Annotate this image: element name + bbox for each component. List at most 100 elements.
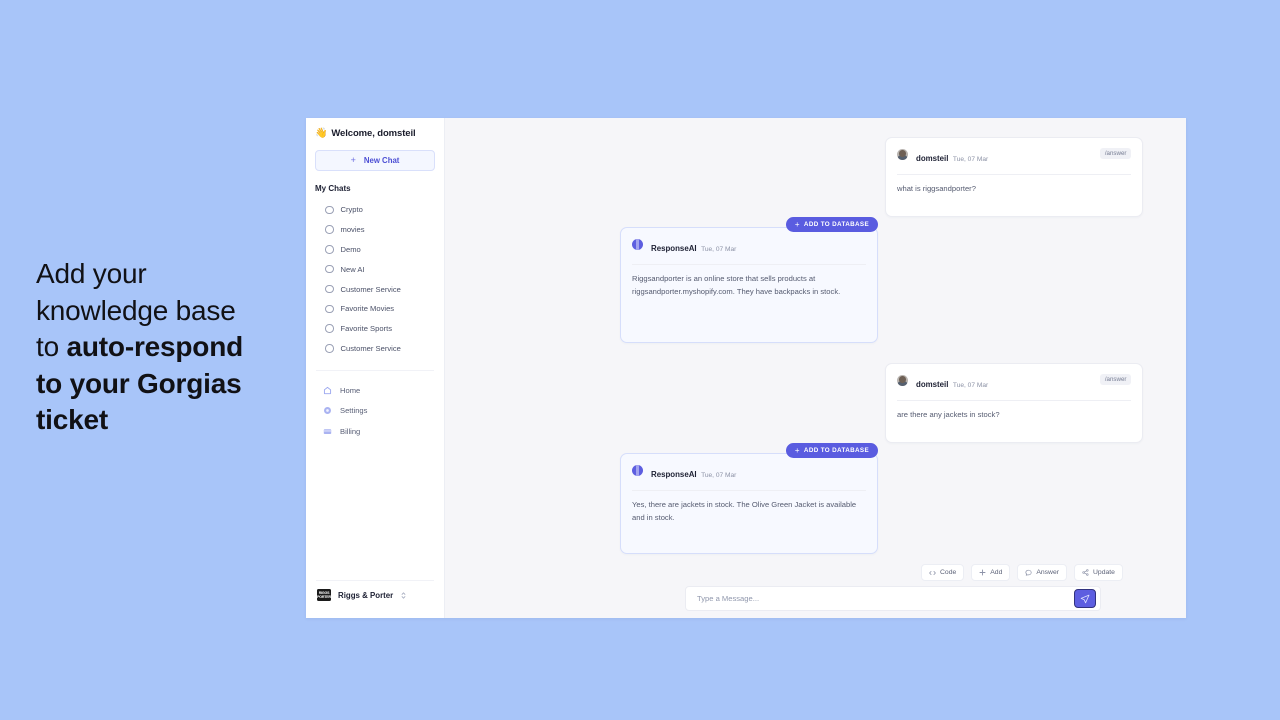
circle-icon	[325, 264, 334, 274]
org-logo-line-2: PORTER	[317, 595, 331, 599]
sidebar: 👋 Welcome, domsteil + New Chat My Chats …	[306, 118, 445, 618]
sidebar-nav-label: Settings	[340, 406, 368, 416]
circle-icon	[325, 344, 334, 353]
app-window: 👋 Welcome, domsteil + New Chat My Chats …	[306, 118, 1186, 618]
sidebar-item-crypto[interactable]: Crypto	[306, 200, 444, 220]
share-icon	[1082, 569, 1089, 576]
circle-icon	[325, 304, 334, 314]
code-icon	[929, 570, 936, 576]
headline-line-1: Add your	[36, 258, 147, 289]
sidebar-item-demo[interactable]: Demo	[306, 240, 444, 260]
new-chat-button[interactable]: + New Chat	[315, 150, 435, 171]
gear-icon	[323, 406, 332, 415]
chat-item-label: New AI	[340, 264, 365, 274]
sidebar-item-home[interactable]: Home	[306, 380, 444, 400]
message-author: ResponseAI	[651, 244, 697, 253]
message-header: domsteil Tue, 07 Mar /answer	[886, 364, 1142, 392]
headline-line-4-bold: to your Gorgias	[36, 367, 242, 399]
sidebar-divider	[316, 370, 434, 372]
circle-icon	[325, 225, 334, 234]
chat-list: Crypto movies Demo New AI Customer Servi…	[306, 200, 444, 358]
responseai-avatar-icon	[632, 239, 643, 250]
send-paper-plane-icon	[1080, 594, 1090, 603]
headline-line-3-bold: auto-respond	[66, 331, 244, 362]
headline-line-3-plain: to	[36, 331, 67, 362]
chat-main: domsteil Tue, 07 Mar /answer what is rig…	[445, 118, 1186, 618]
welcome-banner: 👋 Welcome, domsteil	[306, 118, 444, 139]
circle-icon	[325, 205, 334, 215]
circle-icon	[325, 245, 334, 254]
chat-item-label: Demo	[340, 244, 361, 254]
chat-item-label: movies	[340, 225, 365, 235]
avatar	[897, 375, 908, 386]
plus-icon: +	[350, 155, 356, 165]
chat-item-label: Favorite Sports	[340, 324, 393, 334]
message-author-block: domsteil Tue, 07 Mar	[916, 374, 988, 392]
org-switcher[interactable]: RIGGS PORTER Riggs & Porter	[306, 589, 444, 601]
message-timestamp: Tue, 07 Mar	[701, 472, 737, 479]
send-button[interactable]	[1074, 589, 1096, 608]
chat-message-user: domsteil Tue, 07 Mar /answer are there a…	[885, 363, 1143, 443]
sidebar-item-billing[interactable]: Billing	[306, 421, 444, 441]
sidebar-item-customer-service[interactable]: Customer Service	[306, 279, 444, 299]
sidebar-nav: Home Settings Billing	[306, 380, 444, 441]
status-badge: /answer	[1100, 374, 1131, 386]
plus-icon	[979, 569, 986, 576]
message-header: domsteil Tue, 07 Mar /answer	[886, 138, 1142, 166]
sidebar-item-movies[interactable]: movies	[306, 220, 444, 240]
add-button-label: Add	[990, 569, 1003, 576]
message-author-block: ResponseAI Tue, 07 Mar	[651, 238, 736, 256]
circle-icon	[325, 324, 334, 333]
sidebar-nav-label: Home	[340, 385, 361, 395]
add-button[interactable]: Add	[971, 564, 1011, 581]
message-body: Yes, there are jackets in stock. The Oli…	[632, 500, 857, 522]
message-composer	[685, 586, 1101, 611]
chat-message-bot: + ADD TO DATABASE ResponseAI Tue, 07 Mar…	[620, 217, 878, 343]
message-body: are there any jackets in stock?	[897, 410, 1000, 419]
message-author: domsteil	[916, 380, 949, 389]
sidebar-item-favorite-movies[interactable]: Favorite Movies	[306, 299, 444, 319]
chat-item-label: Favorite Movies	[340, 304, 395, 314]
chat-item-label: Customer Service	[340, 284, 401, 294]
message-timestamp: Tue, 07 Mar	[952, 382, 989, 389]
sidebar-item-customer-service-2[interactable]: Customer Service	[306, 338, 444, 358]
update-button-label: Update	[1093, 569, 1115, 576]
code-button-label: Code	[940, 569, 957, 576]
message-author: domsteil	[916, 154, 949, 163]
message-author-block: ResponseAI Tue, 07 Mar	[651, 464, 736, 482]
headline-line-2: knowledge base	[36, 294, 236, 326]
circle-icon	[325, 284, 334, 294]
sidebar-nav-label: Billing	[340, 426, 361, 436]
sidebar-item-new-ai[interactable]: New AI	[306, 259, 444, 279]
new-chat-label: New Chat	[363, 156, 400, 165]
message-author-block: domsteil Tue, 07 Mar	[916, 148, 988, 166]
sidebar-footer: RIGGS PORTER Riggs & Porter	[306, 580, 444, 601]
welcome-label: Welcome, domsteil	[331, 128, 416, 139]
update-button[interactable]: Update	[1074, 564, 1123, 581]
chat-message-user: domsteil Tue, 07 Mar /answer what is rig…	[885, 137, 1143, 217]
chat-item-label: Customer Service	[340, 343, 401, 353]
message-header: ResponseAI Tue, 07 Mar	[621, 454, 877, 482]
message-body: what is riggsandporter?	[897, 184, 976, 193]
org-name-label: Riggs & Porter	[338, 590, 394, 600]
code-button[interactable]: Code	[921, 564, 965, 581]
sidebar-footer-divider	[316, 580, 434, 581]
status-badge: /answer	[1100, 148, 1131, 160]
message-author: ResponseAI	[651, 470, 697, 479]
my-chats-heading: My Chats	[315, 184, 351, 193]
message-input[interactable]	[695, 593, 1074, 604]
answer-button[interactable]: Answer	[1017, 564, 1068, 581]
org-logo-icon: RIGGS PORTER	[317, 589, 331, 601]
message-actions-toolbar: Code Add Answer Update	[921, 564, 1123, 581]
waving-hand-icon: 👋	[315, 127, 328, 139]
headline-line-5-bold: ticket	[36, 404, 108, 435]
message-body: Riggsandporter is an online store that s…	[632, 274, 841, 296]
sidebar-item-favorite-sports[interactable]: Favorite Sports	[306, 319, 444, 339]
sidebar-item-settings[interactable]: Settings	[306, 401, 444, 421]
message-timestamp: Tue, 07 Mar	[952, 156, 989, 163]
chat-message-bot: + ADD TO DATABASE ResponseAI Tue, 07 Mar…	[620, 443, 878, 554]
message-timestamp: Tue, 07 Mar	[701, 246, 737, 253]
responseai-avatar-icon	[632, 465, 643, 476]
chat-item-label: Crypto	[340, 205, 363, 215]
avatar	[897, 149, 908, 160]
